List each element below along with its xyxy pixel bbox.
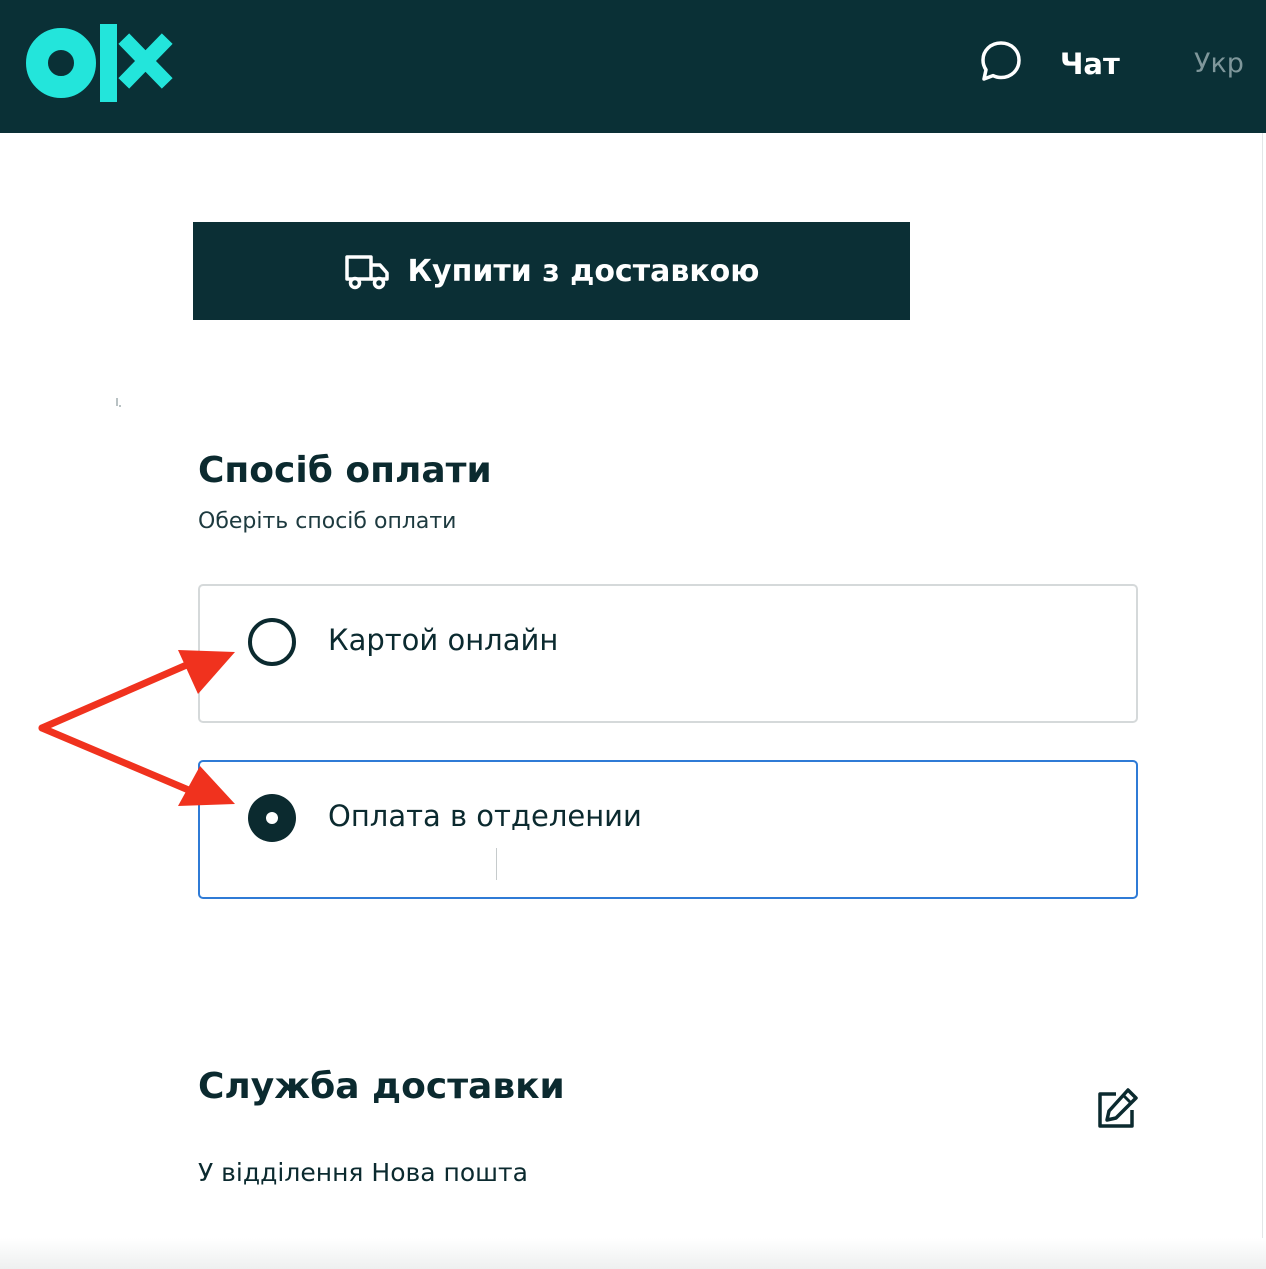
payment-option-label: Оплата в отделении	[328, 799, 642, 833]
buy-with-delivery-button[interactable]: Купити з доставкою	[193, 222, 910, 320]
payment-option-pay-at-branch[interactable]: Оплата в отделении	[198, 760, 1138, 899]
radio-dot	[266, 812, 278, 824]
payment-option-label: Картой онлайн	[328, 623, 559, 657]
radio-button-unchecked[interactable]	[248, 618, 296, 666]
payment-section-title: Спосіб оплати	[198, 450, 492, 491]
stray-mark	[119, 405, 121, 407]
buy-button-label: Купити з доставкою	[407, 253, 760, 289]
delivery-section-title: Служба доставки	[198, 1066, 565, 1107]
page-edge-divider	[1262, 133, 1263, 1269]
bottom-shadow	[0, 1238, 1266, 1269]
arrow-head-up	[178, 650, 235, 694]
annotation-arrows	[38, 650, 235, 806]
stray-mark	[116, 398, 118, 406]
edit-icon[interactable]	[1094, 1086, 1140, 1132]
payment-option-card-online[interactable]: Картой онлайн	[198, 584, 1138, 723]
text-cursor	[496, 848, 497, 880]
chat-bubble-icon[interactable]	[980, 40, 1022, 82]
truck-icon	[344, 255, 389, 290]
top-header: Чат Укр	[0, 0, 1266, 133]
chat-link[interactable]: Чат	[1060, 44, 1120, 84]
radio-button-checked[interactable]	[248, 794, 296, 842]
delivery-service-value: У відділення Нова пошта	[198, 1158, 528, 1187]
payment-section-subtitle: Оберіть спосіб оплати	[198, 509, 457, 534]
language-switch[interactable]: Укр	[1194, 44, 1244, 84]
olx-logo[interactable]	[24, 22, 174, 104]
